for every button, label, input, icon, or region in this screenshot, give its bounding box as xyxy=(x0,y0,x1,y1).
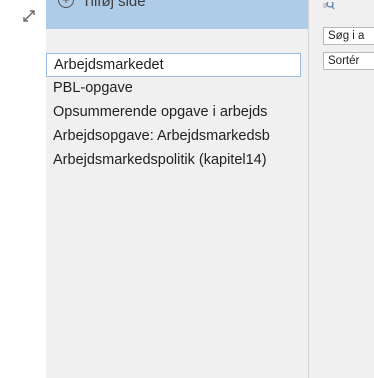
expand-icon[interactable] xyxy=(21,8,37,24)
page-item-arbejdsmarkedet[interactable]: Arbejdsmarkedet xyxy=(46,53,301,77)
right-pane: Søg i a Sortér xyxy=(308,0,374,378)
search-icon[interactable] xyxy=(323,2,335,10)
page-item-pbl-opgave[interactable]: PBL-opgave xyxy=(46,77,308,101)
page-item-opsummerende-opgave[interactable]: Opsummerende opgave i arbejds xyxy=(46,101,308,125)
pages-pane: + Tilføj side Arbejdsmarkedet PBL-opgave… xyxy=(46,0,308,378)
left-gutter xyxy=(0,0,46,378)
add-icon: + xyxy=(58,0,74,8)
add-page-button[interactable]: + Tilføj side xyxy=(46,0,308,29)
sort-dropdown[interactable]: Sortér xyxy=(323,52,374,70)
page-item-arbejdsopgave[interactable]: Arbejdsopgave: Arbejdsmarkedsb xyxy=(46,125,308,149)
page-item-arbejdsmarkedspolitik[interactable]: Arbejdsmarkedspolitik (kapitel14) xyxy=(46,149,308,173)
page-list: Arbejdsmarkedet PBL-opgave Opsummerende … xyxy=(46,53,308,173)
search-field[interactable]: Søg i a xyxy=(323,27,374,45)
add-page-label: Tilføj side xyxy=(82,0,146,10)
